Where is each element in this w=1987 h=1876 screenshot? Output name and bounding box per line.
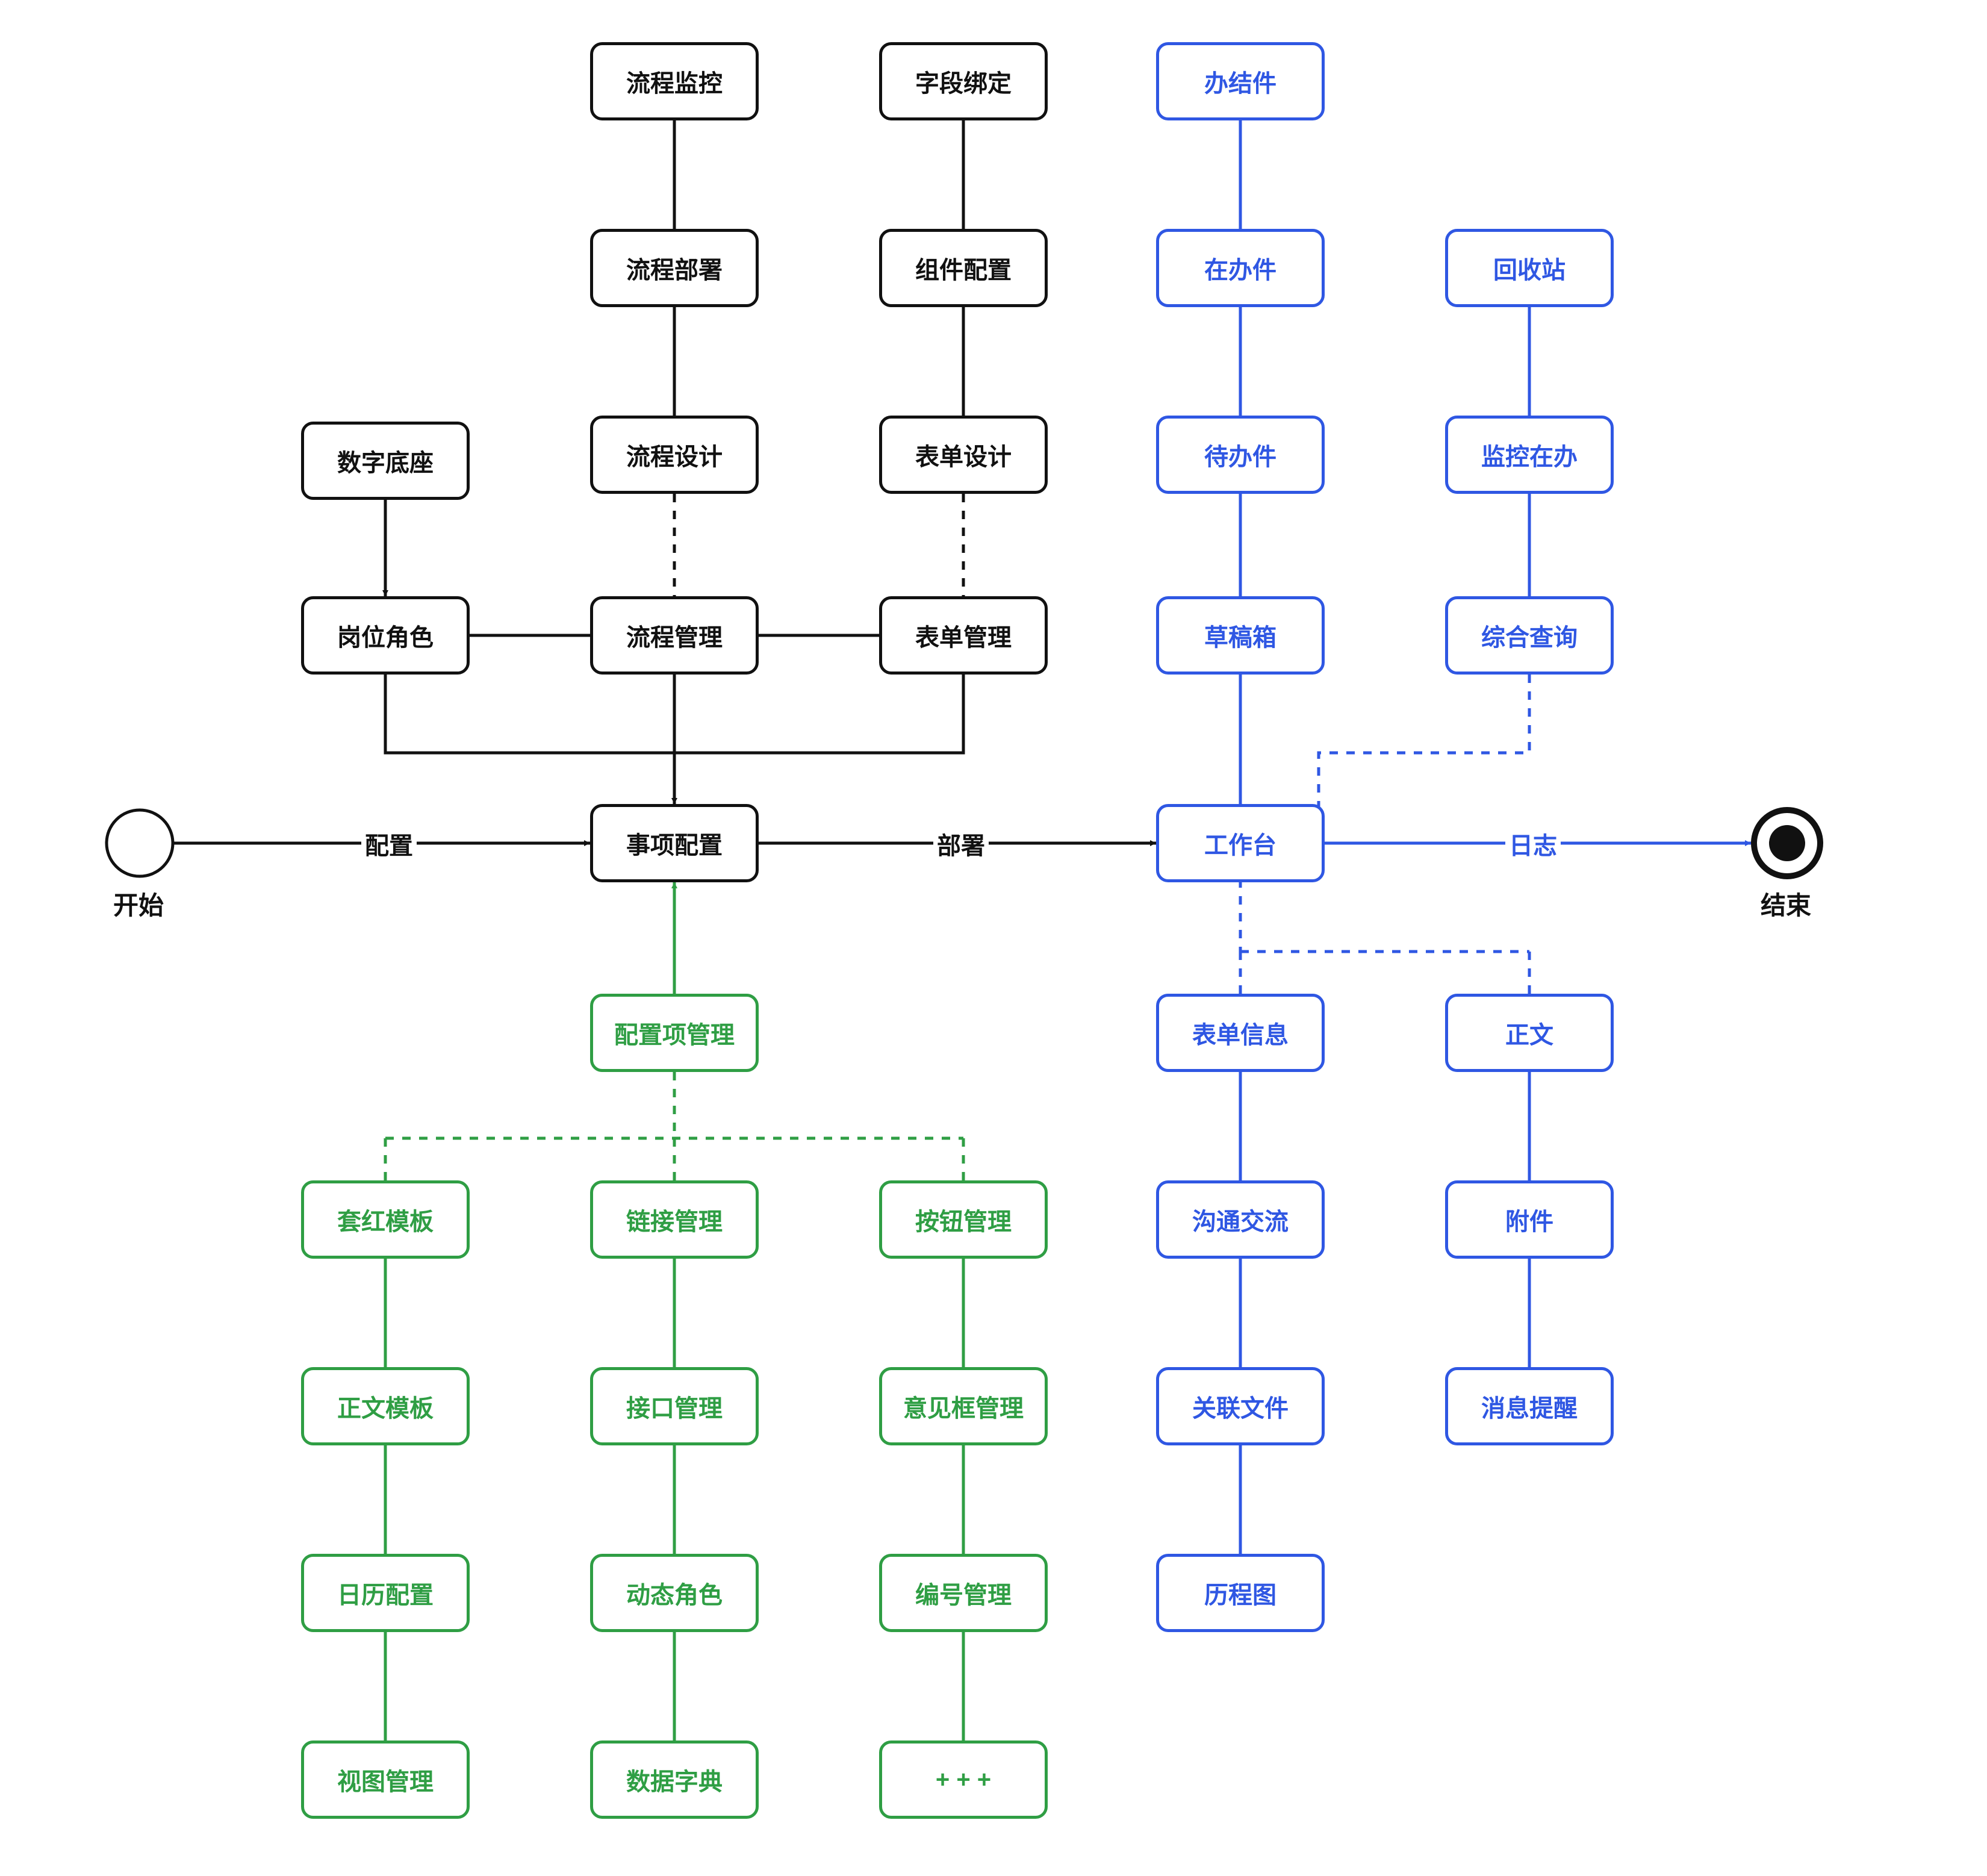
node-button-manage: 按钮管理 [879, 1180, 1048, 1259]
node-digital-base: 数字底座 [301, 422, 470, 500]
edge-label-log: 日志 [1505, 826, 1561, 861]
node-item-config: 事项配置 [590, 804, 759, 882]
node-message-reminder: 消息提醒 [1445, 1367, 1614, 1445]
node-interface-manage: 接口管理 [590, 1367, 759, 1445]
node-form-design: 表单设计 [879, 416, 1048, 494]
node-post-role: 岗位角色 [301, 596, 470, 675]
end-terminal-inner [1769, 825, 1805, 861]
node-field-bind: 字段绑定 [879, 42, 1048, 120]
diagram-stage: 开始 结束 配置 部署 日志 数字底座 岗位角色 流程监控 流程部署 流程设计 … [0, 0, 1987, 1876]
start-label: 开始 [113, 885, 164, 922]
node-config-item-manage: 配置项管理 [590, 994, 759, 1072]
node-history-chart: 历程图 [1156, 1554, 1325, 1632]
node-number-manage: 编号管理 [879, 1554, 1048, 1632]
node-process-monitor: 流程监控 [590, 42, 759, 120]
node-related-files: 关联文件 [1156, 1367, 1325, 1445]
node-attachment: 附件 [1445, 1180, 1614, 1259]
node-data-dict: 数据字典 [590, 1740, 759, 1819]
node-component-config: 组件配置 [879, 229, 1048, 307]
node-in-progress: 在办件 [1156, 229, 1325, 307]
node-form-manage: 表单管理 [879, 596, 1048, 675]
node-form-info: 表单信息 [1156, 994, 1325, 1072]
node-main-text: 正文 [1445, 994, 1614, 1072]
node-communication: 沟通交流 [1156, 1180, 1325, 1259]
end-label: 结束 [1761, 885, 1811, 922]
node-completed: 办结件 [1156, 42, 1325, 120]
node-red-template: 套红模板 [301, 1180, 470, 1259]
node-process-deploy: 流程部署 [590, 229, 759, 307]
start-terminal [107, 810, 173, 876]
node-comprehensive-query: 综合查询 [1445, 596, 1614, 675]
node-view-manage: 视图管理 [301, 1740, 470, 1819]
node-more: + + + [879, 1740, 1048, 1819]
edge-label-deploy: 部署 [933, 826, 989, 861]
node-process-design: 流程设计 [590, 416, 759, 494]
node-recycle-bin: 回收站 [1445, 229, 1614, 307]
node-process-manage: 流程管理 [590, 596, 759, 675]
node-body-template: 正文模板 [301, 1367, 470, 1445]
node-monitor-pending: 监控在办 [1445, 416, 1614, 494]
node-draft-box: 草稿箱 [1156, 596, 1325, 675]
node-calendar-config: 日历配置 [301, 1554, 470, 1632]
node-link-manage: 链接管理 [590, 1180, 759, 1259]
node-dynamic-role: 动态角色 [590, 1554, 759, 1632]
node-opinion-box-manage: 意见框管理 [879, 1367, 1048, 1445]
edge-label-configure: 配置 [361, 826, 417, 861]
node-workbench: 工作台 [1156, 804, 1325, 882]
node-todo: 待办件 [1156, 416, 1325, 494]
